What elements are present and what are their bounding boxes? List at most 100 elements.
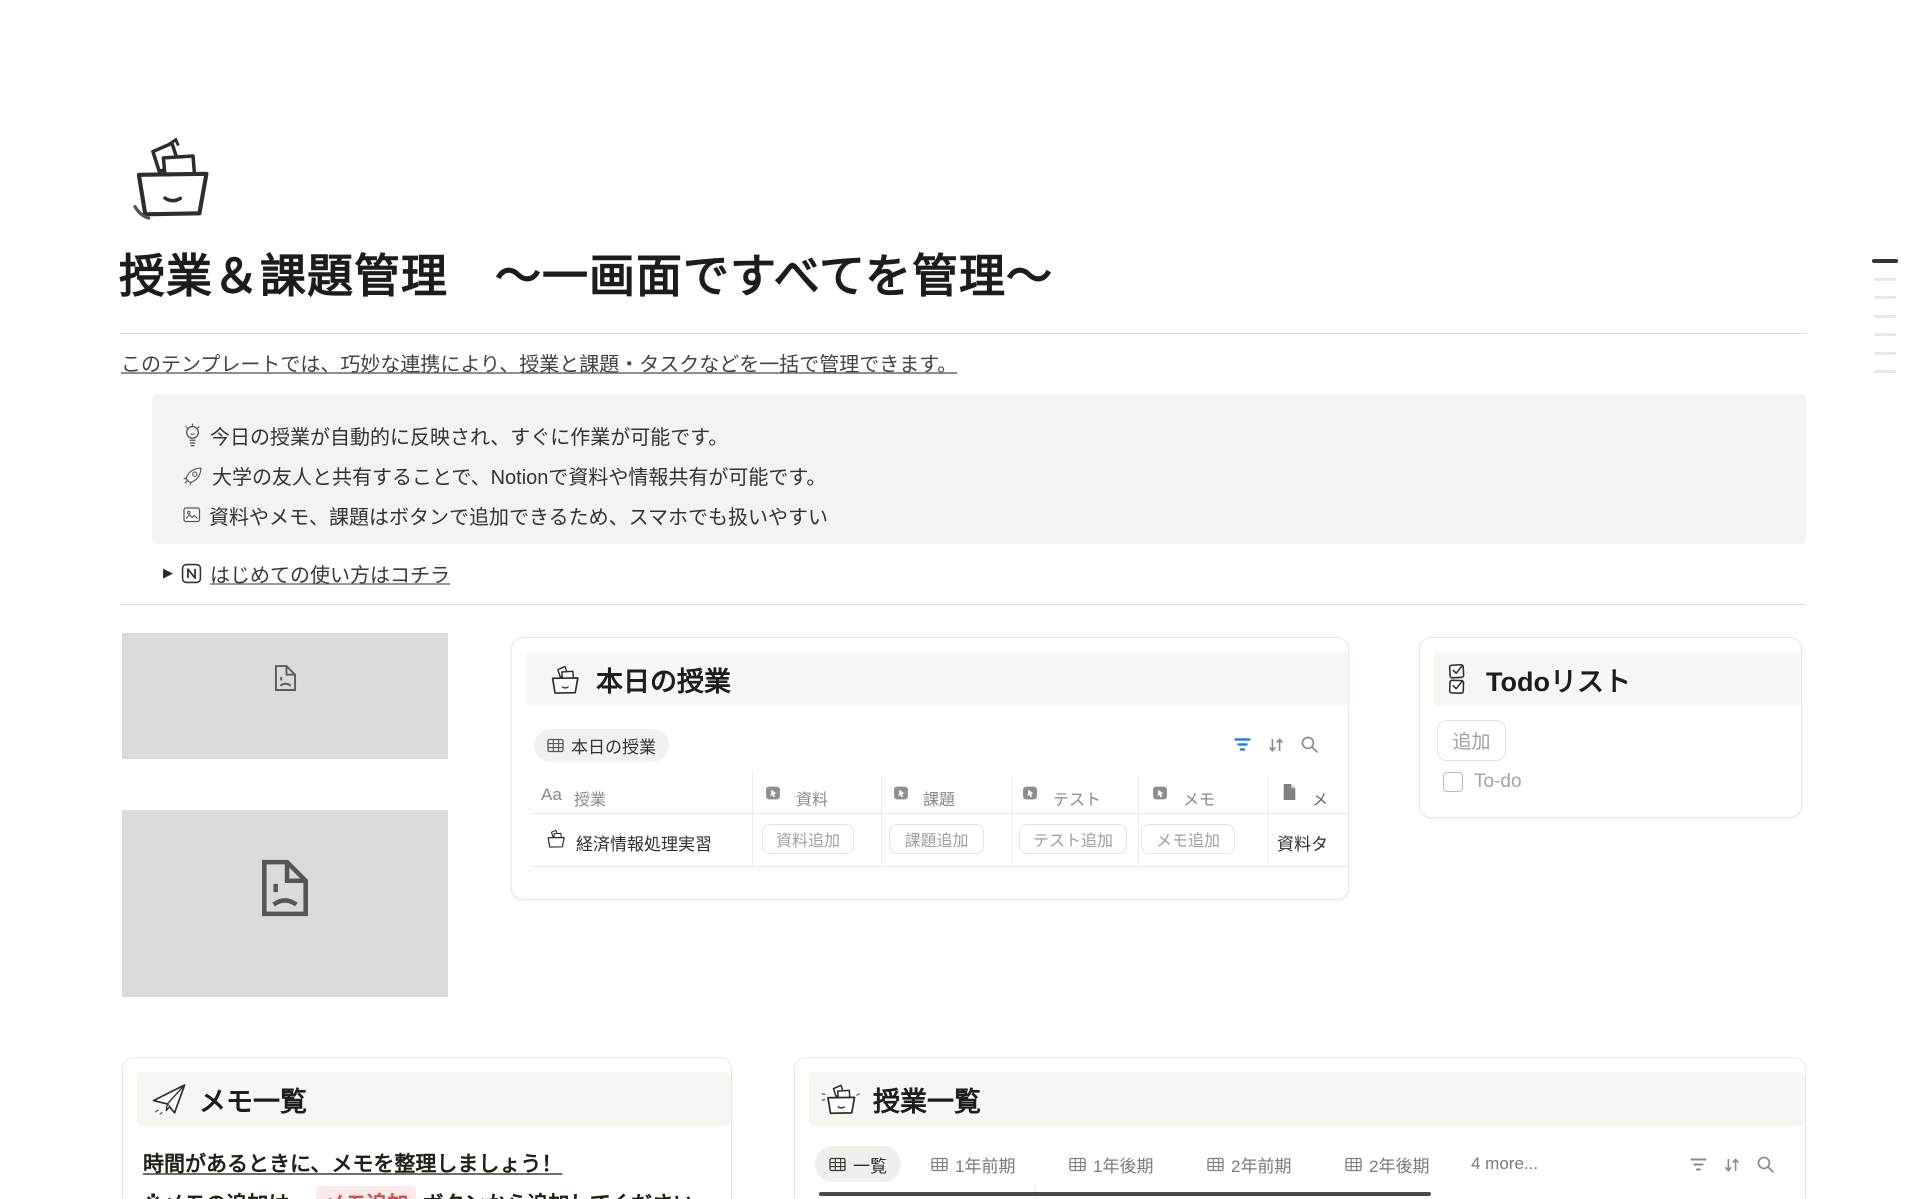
button-property-icon xyxy=(765,785,781,801)
card-box-icon xyxy=(544,828,568,849)
callout: 今日の授業が自動的に反映され、すぐに作業が可能です。 大学の友人と共有することで… xyxy=(152,394,1806,544)
classes-card-header: 授業一覧 xyxy=(809,1072,1805,1126)
divider xyxy=(120,333,1806,334)
view-tab-label: 1年後期 xyxy=(1093,1152,1153,1177)
toc-indicator-line[interactable] xyxy=(1872,259,1898,263)
toc-indicator-line[interactable] xyxy=(1874,296,1896,299)
memo-add-highlight: メモ追加 xyxy=(316,1186,416,1199)
search-icon[interactable] xyxy=(1300,735,1319,754)
table-view-icon xyxy=(547,738,564,753)
sort-icon[interactable] xyxy=(1266,736,1286,754)
photo-icon xyxy=(182,505,202,525)
view-tab-y1-first[interactable]: 1年前期 xyxy=(931,1146,1015,1182)
class-list-card: 授業一覧 一覧 1年前期 1年後期 xyxy=(794,1057,1806,1199)
button-property-icon xyxy=(893,785,909,801)
search-icon[interactable] xyxy=(1756,1155,1775,1174)
toc-indicator-line[interactable] xyxy=(1874,370,1896,373)
callout-line: 大学の友人と共有することで、Notionで資料や情報共有が可能です。 xyxy=(182,455,1806,495)
column-divider xyxy=(1268,776,1269,866)
toc-indicator-line[interactable] xyxy=(1874,352,1896,355)
todo-label[interactable]: To-do xyxy=(1474,771,1522,793)
toc-indicator-line[interactable] xyxy=(1874,315,1896,318)
memo-note-prefix: ※メモの追加は、 xyxy=(143,1188,310,1199)
column-header-test[interactable]: テスト xyxy=(1053,786,1101,810)
column-header-material[interactable]: 資料 xyxy=(796,786,828,810)
view-tab-today[interactable]: 本日の授業 xyxy=(534,729,669,762)
intro-text: このテンプレートでは、巧妙な連携により、授業と課題・タスクなどを一括で管理できま… xyxy=(121,348,957,377)
callout-text: 大学の友人と共有することで、Notionで資料や情報共有が可能です。 xyxy=(212,461,826,490)
page-property-icon xyxy=(1282,783,1297,801)
notion-page: 授業＆課題管理 〜一画面ですべてを管理〜 このテンプレートでは、巧妙な連携により… xyxy=(0,0,1920,1199)
page-title: 授業＆課題管理 〜一画面ですべてを管理〜 xyxy=(119,240,1053,306)
view-tab-all[interactable]: 一覧 xyxy=(815,1146,901,1182)
callout-text: 資料やメモ、課題はボタンで追加できるため、スマホでも扱いやすい xyxy=(209,501,828,530)
table-header-divider xyxy=(531,813,1349,814)
column-header-assignment[interactable]: 課題 xyxy=(923,786,955,810)
view-tab-y2-second[interactable]: 2年後期 xyxy=(1345,1146,1429,1182)
view-tab-label: 2年後期 xyxy=(1369,1152,1429,1177)
view-tab-y2-first[interactable]: 2年前期 xyxy=(1207,1146,1291,1182)
column-divider xyxy=(881,776,882,866)
filter-icon[interactable] xyxy=(1233,736,1252,753)
button-property-icon xyxy=(1022,785,1038,801)
card-box-icon xyxy=(546,663,584,696)
todo-card-header: Todoリスト xyxy=(1434,652,1801,706)
today-classes-card: 本日の授業 本日の授業 xyxy=(511,637,1349,900)
usage-link[interactable]: はじめての使い方はコチラ xyxy=(210,559,450,588)
card-title: 授業一覧 xyxy=(873,1080,981,1119)
usage-toggle[interactable]: ▶ はじめての使い方はコチラ xyxy=(163,558,450,588)
view-tab-y1-second[interactable]: 1年後期 xyxy=(1069,1146,1153,1182)
page-cover-icon[interactable] xyxy=(120,135,224,226)
class-name-cell[interactable]: 経済情報処理実習 xyxy=(576,830,712,855)
memo-list-card: メモ一覧 時間があるときに、メモを整理しましょう！ ※メモの追加は、 メモ追加 … xyxy=(122,1057,732,1199)
table-view-icon xyxy=(1207,1157,1224,1172)
add-memo-button[interactable]: メモ追加 xyxy=(1141,824,1235,854)
horizontal-scrollbar[interactable] xyxy=(819,1192,1431,1196)
today-toolbar xyxy=(1233,735,1319,754)
table-view-icon xyxy=(1345,1157,1362,1172)
todo-checkbox[interactable] xyxy=(1443,772,1463,792)
today-card-header: 本日の授業 xyxy=(526,652,1349,706)
table-view-icon xyxy=(1069,1157,1086,1172)
card-box-icon xyxy=(821,1082,861,1116)
view-tab-label: 本日の授業 xyxy=(571,733,656,758)
classes-toolbar xyxy=(1689,1155,1775,1174)
material-title-cell[interactable]: 資料タ xyxy=(1277,830,1328,855)
table-view-icon xyxy=(931,1157,948,1172)
text-type-icon[interactable]: Aa xyxy=(541,785,562,805)
column-header-class[interactable]: 授業 xyxy=(574,786,606,810)
column-header-memo[interactable]: メモ xyxy=(1183,786,1215,810)
checklist-icon xyxy=(1446,661,1475,698)
divider xyxy=(120,604,1806,605)
add-assignment-button[interactable]: 課題追加 xyxy=(889,824,984,854)
view-tab-label: 1年前期 xyxy=(955,1152,1015,1177)
callout-line: 資料やメモ、課題はボタンで追加できるため、スマホでも扱いやすい xyxy=(182,495,1806,535)
todo-card: Todoリスト 追加 To-do xyxy=(1419,637,1802,818)
memo-note-suffix: ボタンから追加してください xyxy=(422,1188,694,1199)
callout-line: 今日の授業が自動的に反映され、すぐに作業が可能です。 xyxy=(182,415,1806,455)
toc-indicator-line[interactable] xyxy=(1874,333,1896,336)
more-views-link[interactable]: 4 more... xyxy=(1471,1146,1538,1182)
column-header-truncated[interactable]: メ xyxy=(1312,786,1328,810)
lightbulb-icon xyxy=(182,423,203,448)
memo-card-header: メモ一覧 xyxy=(137,1072,731,1126)
button-property-icon xyxy=(1152,785,1168,801)
image-placeholder[interactable] xyxy=(122,810,448,997)
paper-plane-icon xyxy=(149,1081,189,1118)
table-view-icon xyxy=(829,1157,846,1172)
column-divider xyxy=(1138,776,1139,866)
filter-icon[interactable] xyxy=(1689,1156,1708,1173)
table-row-divider xyxy=(531,866,1349,867)
toggle-triangle-icon[interactable]: ▶ xyxy=(163,565,173,581)
image-placeholder[interactable] xyxy=(122,633,448,759)
card-box-icon xyxy=(120,135,224,221)
sort-icon[interactable] xyxy=(1722,1156,1742,1174)
todo-add-button[interactable]: 追加 xyxy=(1437,720,1506,761)
toc-indicator-line[interactable] xyxy=(1874,278,1896,281)
add-material-button[interactable]: 資料追加 xyxy=(762,824,854,854)
broken-image-icon xyxy=(274,664,297,692)
column-divider xyxy=(752,771,753,866)
add-test-button[interactable]: テスト追加 xyxy=(1019,824,1127,854)
rocket-icon xyxy=(182,464,205,487)
broken-image-icon xyxy=(260,858,310,918)
